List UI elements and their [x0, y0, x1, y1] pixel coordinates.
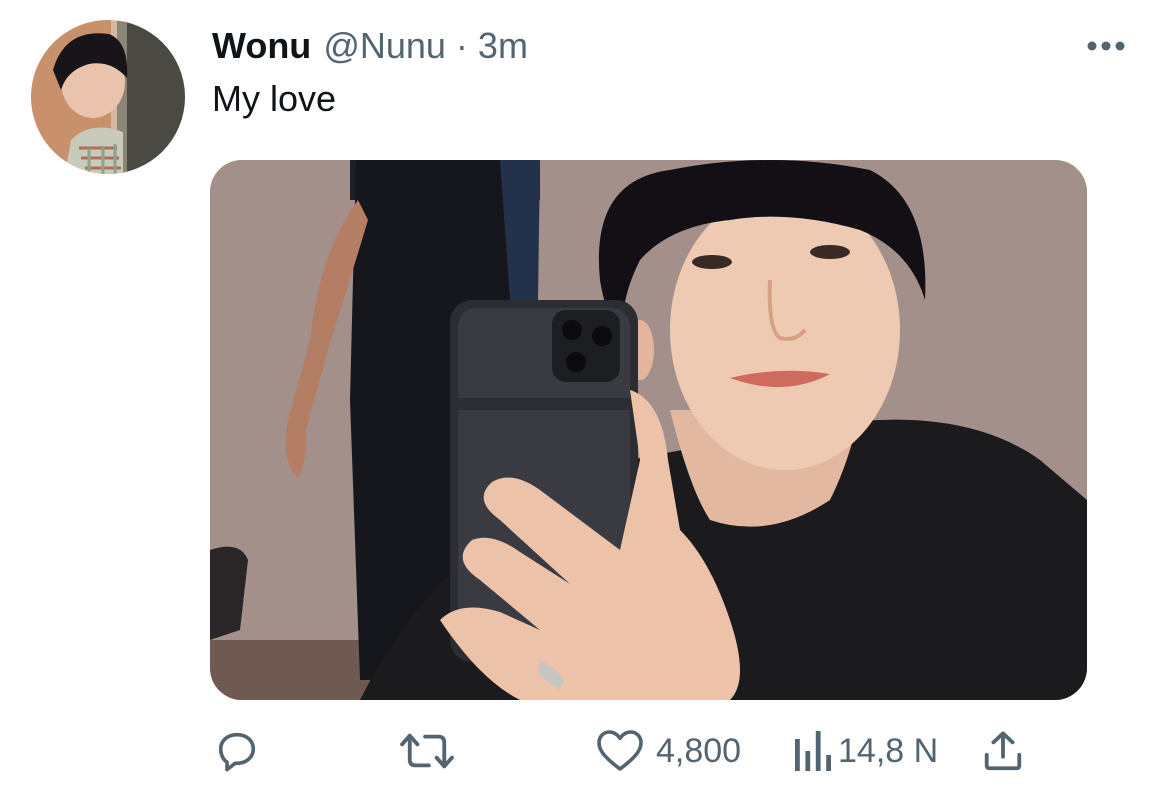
- author-display-name[interactable]: Wonu: [212, 24, 311, 68]
- retweet-icon: [400, 733, 454, 769]
- avatar-photo: [31, 20, 185, 174]
- heart-icon: [597, 730, 643, 771]
- more-horizontal-icon: [1087, 41, 1125, 51]
- views-button[interactable]: 14,8 N: [792, 722, 938, 780]
- author-handle[interactable]: @Nunu: [323, 24, 446, 68]
- tweet: Wonu @Nunu · 3m My love 4,800 14,8 N: [0, 0, 1170, 788]
- tweet-actions: 4,800 14,8 N: [0, 722, 1170, 780]
- reply-icon: [218, 732, 256, 772]
- tweet-text: My love: [212, 78, 337, 119]
- more-options-button[interactable]: [1084, 30, 1128, 62]
- reply-button[interactable]: [214, 722, 260, 780]
- tweet-media-photo[interactable]: [210, 160, 1087, 700]
- tweet-timestamp[interactable]: 3m: [478, 24, 528, 68]
- like-count: 4,800: [656, 732, 742, 770]
- photo-image: [210, 160, 1087, 700]
- author-avatar[interactable]: [31, 20, 185, 174]
- views-count: 14,8 N: [838, 732, 939, 770]
- header-separator: ·: [455, 25, 468, 66]
- like-button[interactable]: 4,800: [596, 722, 741, 780]
- retweet-button[interactable]: [398, 722, 456, 780]
- views-icon: [795, 731, 831, 771]
- tweet-header: Wonu @Nunu · 3m: [212, 24, 528, 68]
- share-button[interactable]: [980, 722, 1026, 780]
- share-icon: [984, 731, 1022, 771]
